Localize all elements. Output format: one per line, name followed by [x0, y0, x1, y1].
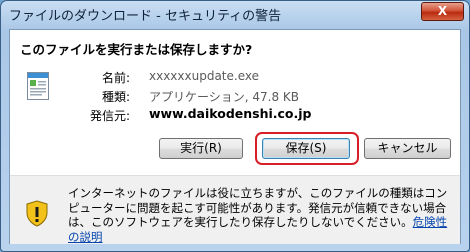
file-type: アプリケーション, 47.8 KB	[149, 90, 300, 104]
warning-panel: インターネットのファイルは役に立ちますが、このファイルの種類はコンピューターに問…	[10, 175, 460, 244]
name-label: 名前:	[101, 71, 130, 85]
cancel-button[interactable]: キャンセル	[364, 138, 451, 159]
warning-text: インターネットのファイルは役に立ちますが、このファイルの種類はコンピューターに問…	[68, 186, 448, 229]
file-name: xxxxxxupdate.exe	[149, 69, 259, 83]
publisher-value: www.daikodenshi.co.jp	[149, 106, 312, 121]
window-title: ファイルのダウンロード - セキュリティの警告	[9, 9, 282, 24]
publisher-label: 発信元:	[89, 109, 130, 123]
warning-message: インターネットのファイルは役に立ちますが、このファイルの種類はコンピューターに問…	[68, 186, 448, 244]
run-button[interactable]: 実行(R)	[159, 138, 243, 159]
type-label: 種類:	[101, 90, 130, 104]
dialog-body: このファイルを実行または保存しますか? 名前: xxxxxxupdate.exe…	[9, 29, 461, 244]
title-bar[interactable]: ファイルのダウンロード - セキュリティの警告 X	[1, 1, 469, 29]
question-text: このファイルを実行または保存しますか?	[20, 42, 253, 57]
save-button-highlight	[255, 132, 359, 165]
download-security-dialog: ファイルのダウンロード - セキュリティの警告 X このファイルを実行または保存…	[0, 0, 470, 252]
warning-shield-icon	[26, 200, 48, 227]
close-button[interactable]: X	[421, 2, 464, 21]
